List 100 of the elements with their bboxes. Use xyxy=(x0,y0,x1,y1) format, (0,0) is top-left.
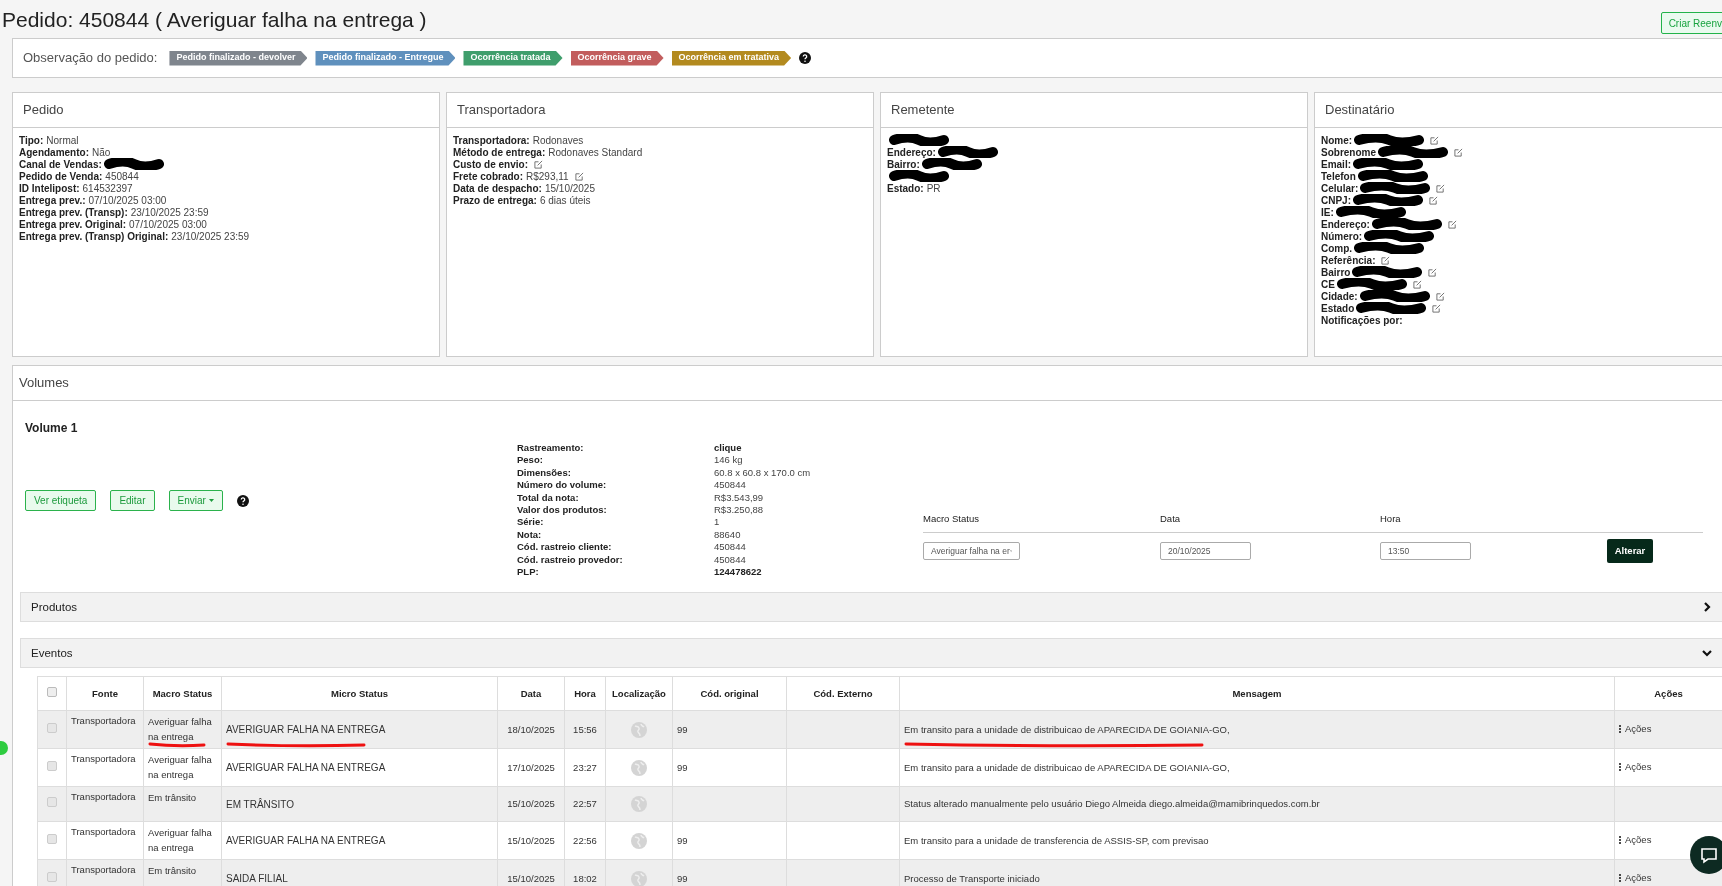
field-value: 23/10/2025 23:59 xyxy=(171,229,250,244)
edit-icon[interactable] xyxy=(1381,255,1391,265)
date-label: Data xyxy=(1160,512,1182,526)
field-value: 614532397 xyxy=(82,181,133,196)
dropdown-button[interactable]: Enviar xyxy=(168,490,223,511)
table-cell-text: Em trânsito xyxy=(148,864,198,879)
actions-menu[interactable]: Ações xyxy=(1619,871,1652,886)
table-cell: SAIDA FILIAL xyxy=(226,873,288,885)
column-header: Hora xyxy=(574,687,596,699)
checkbox[interactable] xyxy=(47,722,57,733)
checkbox[interactable] xyxy=(47,797,57,808)
field-value: Rodonaves xyxy=(532,133,584,148)
macro-status-select[interactable]: Averiguar falha na er xyxy=(923,542,1020,561)
table-cell-text: Averiguar falha na entrega xyxy=(148,753,213,783)
detail-label: Total da nota: xyxy=(517,491,580,505)
date-field[interactable]: 20/10/2025 xyxy=(1160,542,1251,561)
edit-icon[interactable] xyxy=(1435,291,1445,301)
field-label: Endereço: xyxy=(1321,217,1370,232)
field-label: Data de despacho: xyxy=(453,182,542,196)
field-label: Notificações por: xyxy=(1321,313,1403,328)
detail-label: Peso: xyxy=(517,454,544,467)
field-label: Comp. xyxy=(1321,241,1353,256)
chat-icon[interactable] xyxy=(1690,836,1722,874)
field-value: 07/10/2025 03:00 xyxy=(88,193,167,208)
section-header[interactable]: Eventos xyxy=(20,638,1722,669)
column-header: Localização xyxy=(612,687,666,699)
section-header[interactable]: Produtos xyxy=(20,592,1722,623)
edit-icon[interactable] xyxy=(1428,267,1438,277)
action-button[interactable]: Ver etiqueta xyxy=(25,490,97,511)
panel-title: Pedido xyxy=(23,101,64,120)
edit-icon[interactable] xyxy=(1412,279,1422,289)
checkbox[interactable] xyxy=(47,871,57,882)
field-label: Prazo de entrega: xyxy=(453,194,537,208)
help-icon[interactable] xyxy=(236,494,249,507)
table-cell-text: Averiguar falha na entrega xyxy=(148,715,213,745)
field-value: Normal xyxy=(46,133,79,148)
field-label: Método de entrega: xyxy=(453,146,546,160)
table-cell: 17/10/2025 xyxy=(507,761,555,773)
detail-value: R$3.543,99 xyxy=(714,491,765,505)
table-cell: Transportadora xyxy=(71,791,136,803)
detail-value: 450844 xyxy=(714,541,747,554)
table-cell: Transportadora xyxy=(71,826,136,838)
edit-icon[interactable] xyxy=(1447,219,1457,229)
detail-value: clique xyxy=(714,442,743,455)
change-button[interactable]: Alterar xyxy=(1607,539,1653,564)
edit-icon[interactable] xyxy=(1432,303,1442,313)
edit-icon[interactable] xyxy=(1454,147,1463,157)
field-label: Cidade: xyxy=(1321,289,1358,304)
field-label: Entrega prev.: xyxy=(19,194,86,208)
column-header: Ações xyxy=(1654,687,1683,699)
field-label: Estado xyxy=(1321,301,1355,316)
panel-title: Remetente xyxy=(891,101,955,120)
edit-icon[interactable] xyxy=(574,171,584,181)
panel-title: Transportadora xyxy=(457,101,546,120)
edit-icon[interactable] xyxy=(534,159,543,169)
detail-label: Rastreamento: xyxy=(517,442,585,455)
action-button[interactable]: Editar xyxy=(110,490,155,511)
detail-label: Número do volume: xyxy=(517,479,608,492)
edit-icon[interactable] xyxy=(1436,183,1446,193)
actions-menu[interactable]: Ações xyxy=(1619,760,1652,775)
field-label: IE: xyxy=(1321,205,1334,220)
table-cell: 23:27 xyxy=(573,761,597,773)
field-label: Estado: xyxy=(887,181,924,196)
field-value: Rodonaves Standard xyxy=(548,145,643,160)
table-cell: 22:57 xyxy=(573,798,597,810)
actions-menu[interactable]: Ações xyxy=(1619,833,1652,848)
checkbox[interactable] xyxy=(47,686,57,697)
field-value: Não xyxy=(92,145,111,160)
checkbox[interactable] xyxy=(47,833,57,844)
status-tag: Pedido finalizado - devolver xyxy=(169,50,308,66)
table-cell: 15:56 xyxy=(573,723,597,735)
edit-icon[interactable] xyxy=(1430,135,1440,145)
table-cell: EM TRÂNSITO xyxy=(226,798,294,810)
help-icon[interactable] xyxy=(799,52,812,64)
field-value: 07/10/2025 03:00 xyxy=(129,217,207,232)
field-label: Tipo: xyxy=(19,133,44,148)
detail-value: 88640 xyxy=(714,528,742,542)
field-label: Bairro: xyxy=(887,158,920,172)
time-field[interactable]: 13:50 xyxy=(1380,542,1471,561)
field-label: Entrega prev. (Transp) Original: xyxy=(19,230,169,244)
table-cell: AVERIGUAR FALHA NA ENTREGA xyxy=(226,835,386,847)
field-label: ID Intelipost: xyxy=(19,181,80,196)
table-cell: Transportadora xyxy=(71,715,136,727)
field-label: Custo de envio: xyxy=(453,158,528,172)
field-label: Referência: xyxy=(1321,254,1376,268)
column-header: Macro Status xyxy=(152,687,213,699)
section-title: Produtos xyxy=(31,599,78,615)
checkbox[interactable] xyxy=(47,760,57,771)
table-cell: Transportadora xyxy=(71,753,136,765)
field-label: Frete cobrado: xyxy=(453,169,523,184)
detail-label: Nota: xyxy=(517,528,543,542)
field-label: Número: xyxy=(1321,230,1363,244)
field-label: Telefon xyxy=(1321,169,1356,184)
field-label: Celular: xyxy=(1321,181,1359,196)
time-label: Hora xyxy=(1380,512,1402,526)
detail-label: Cód. rastreio cliente: xyxy=(517,541,613,554)
table-cell: Transportadora xyxy=(71,864,136,876)
chevron-right-icon[interactable] xyxy=(1701,601,1713,614)
actions-menu[interactable]: Ações xyxy=(1619,722,1652,737)
edit-icon[interactable] xyxy=(1429,195,1438,205)
